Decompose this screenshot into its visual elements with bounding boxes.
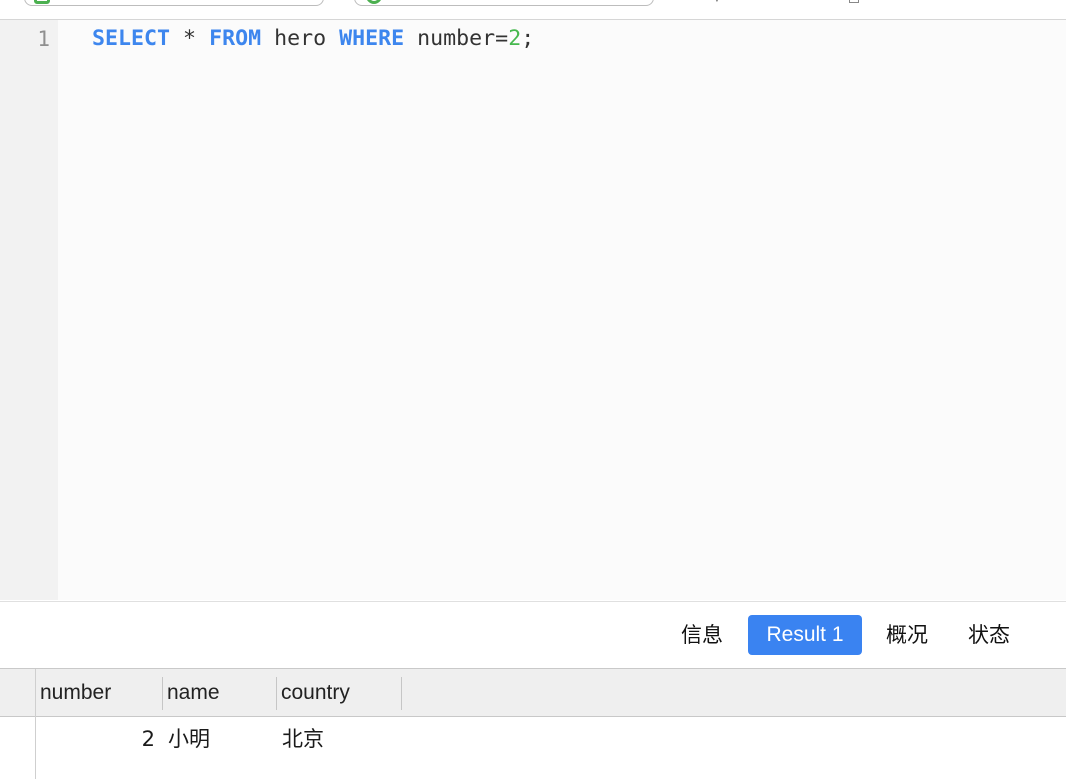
sql-terminator: ; xyxy=(521,26,535,51)
tab-status[interactable]: 状态 xyxy=(957,615,1021,655)
column-header-name[interactable]: name xyxy=(162,669,276,716)
cell-country[interactable]: 北京 xyxy=(282,719,392,759)
line-number-gutter: 1 xyxy=(0,20,58,600)
sql-number-literal: 2 xyxy=(508,26,522,51)
cell-name[interactable]: 小明 xyxy=(168,719,268,759)
grid-header: number name country xyxy=(0,669,1066,717)
column-header-country[interactable]: country xyxy=(276,669,401,716)
column-divider[interactable] xyxy=(401,677,402,710)
line-number: 1 xyxy=(37,27,50,51)
result-grid[interactable]: number name country 2 小明 北京 xyxy=(0,668,1066,779)
toolbar-action-icon[interactable] xyxy=(849,0,859,3)
sql-column-name: number xyxy=(417,26,496,51)
tab-info[interactable]: 信息 xyxy=(670,615,734,655)
sql-operator: = xyxy=(495,26,509,51)
tab-overview[interactable]: 概况 xyxy=(875,615,939,655)
cell-number[interactable]: 2 xyxy=(35,719,155,759)
sql-editor[interactable]: 1 SELECT * FROM hero WHERE number=2; xyxy=(0,20,1066,600)
sql-code-line[interactable]: SELECT * FROM hero WHERE number=2; xyxy=(92,25,534,53)
database-selector[interactable] xyxy=(354,0,654,6)
connection-selector[interactable] xyxy=(24,0,324,6)
top-toolbar: ▼ xyxy=(0,0,1066,20)
row-selector-gutter[interactable] xyxy=(0,669,36,779)
sql-table-name: hero xyxy=(274,26,327,51)
sql-wildcard: * xyxy=(183,26,197,51)
column-header-number[interactable]: number xyxy=(35,669,162,716)
sql-keyword-where: WHERE xyxy=(339,26,405,51)
chevron-down-icon[interactable]: ▼ xyxy=(712,0,722,5)
result-tabs-bar: 信息 Result 1 概况 状态 xyxy=(0,601,1066,669)
connection-icon xyxy=(34,0,50,4)
sql-keyword-select: SELECT xyxy=(92,26,171,51)
tab-result-1[interactable]: Result 1 xyxy=(748,615,862,655)
sql-keyword-from: FROM xyxy=(209,26,262,51)
